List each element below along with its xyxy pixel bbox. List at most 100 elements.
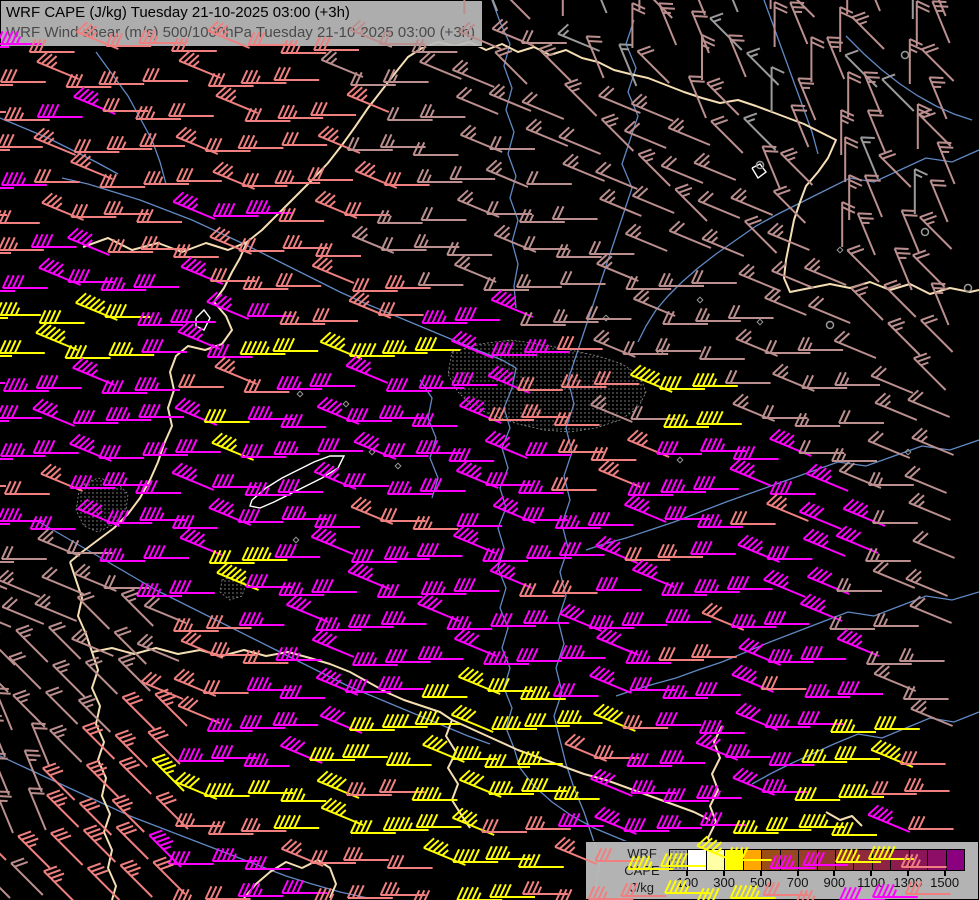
wind-barb bbox=[207, 292, 249, 319]
wind-barb bbox=[707, 78, 739, 115]
wind-barb bbox=[661, 853, 706, 866]
wind-barb bbox=[868, 431, 910, 458]
wind-barb bbox=[491, 613, 536, 626]
wind-barb bbox=[278, 105, 323, 118]
wind-barb bbox=[729, 35, 746, 77]
wind-barb bbox=[482, 819, 527, 832]
wind-barb bbox=[4, 378, 49, 391]
wind-barb bbox=[865, 175, 882, 217]
wind-barb bbox=[413, 142, 458, 155]
wind-barb bbox=[353, 278, 398, 291]
wind-barb bbox=[589, 241, 634, 254]
wind-barb bbox=[311, 527, 353, 554]
wind-barb bbox=[656, 712, 701, 725]
wind-barb bbox=[239, 612, 284, 625]
wind-barb bbox=[765, 288, 807, 315]
wind-barb bbox=[625, 121, 667, 148]
wind-barb bbox=[169, 851, 214, 864]
wind-barb bbox=[0, 570, 40, 597]
wind-barb bbox=[589, 615, 634, 628]
wind-barb bbox=[412, 413, 457, 426]
wind-barb bbox=[588, 512, 633, 525]
wind-barb bbox=[485, 431, 527, 458]
wind-barb bbox=[747, 48, 779, 85]
wind-barb bbox=[143, 68, 188, 81]
wind-barb bbox=[922, 44, 954, 81]
wind-barb bbox=[388, 107, 433, 120]
wind-barb bbox=[900, 648, 945, 661]
wind-barb bbox=[99, 445, 144, 458]
wind-barb bbox=[16, 625, 48, 662]
wind-barb bbox=[32, 723, 49, 765]
wind-barb bbox=[834, 331, 876, 358]
wind-barb bbox=[5, 481, 50, 494]
wind-barb bbox=[452, 705, 494, 732]
wind-barb bbox=[761, 676, 806, 689]
wind-barb bbox=[726, 370, 771, 383]
wind-barb bbox=[144, 171, 189, 184]
wind-barb bbox=[274, 441, 319, 454]
wind-barb bbox=[2, 172, 47, 185]
wind-barb bbox=[99, 71, 144, 84]
wind-barb bbox=[565, 79, 597, 116]
wind-barb bbox=[521, 686, 566, 699]
wind-barb bbox=[314, 37, 359, 50]
wind-barb bbox=[3, 275, 48, 288]
wind-barb bbox=[902, 854, 947, 867]
wind-barb bbox=[659, 3, 676, 45]
wind-barb bbox=[875, 716, 920, 729]
wind-barb bbox=[622, 612, 667, 625]
wind-barb bbox=[711, 116, 743, 153]
wind-barb bbox=[774, 186, 806, 223]
wind-barb bbox=[623, 341, 668, 354]
wind-barb bbox=[937, 142, 954, 184]
wind-barb bbox=[700, 720, 745, 733]
wind-barb bbox=[421, 581, 466, 594]
wind-barb bbox=[109, 342, 154, 355]
wind-barb bbox=[764, 570, 806, 597]
wind-barb bbox=[280, 685, 325, 698]
wind-barb bbox=[852, 12, 884, 49]
wind-barb bbox=[589, 0, 606, 13]
wind-barb bbox=[40, 310, 85, 323]
wind-barb bbox=[517, 274, 562, 287]
wind-barb bbox=[879, 150, 911, 187]
wind-barb bbox=[174, 244, 219, 257]
wind-barb bbox=[208, 21, 250, 48]
wind-barb bbox=[379, 676, 424, 689]
wind-barb bbox=[243, 650, 288, 663]
wind-barb bbox=[871, 366, 913, 393]
wind-barb bbox=[694, 476, 739, 489]
wind-barb bbox=[669, 221, 711, 248]
wind-barb bbox=[347, 782, 392, 795]
wind-barb bbox=[734, 446, 779, 459]
wind-barb bbox=[556, 515, 601, 528]
wind-barb bbox=[50, 725, 82, 762]
wind-barb bbox=[931, 283, 948, 325]
wind-barb bbox=[453, 849, 498, 862]
wind-barb bbox=[489, 407, 534, 420]
wind-barb bbox=[553, 580, 598, 593]
wind-barb bbox=[347, 408, 392, 421]
wind-barb bbox=[905, 466, 947, 493]
wind-barb bbox=[279, 582, 324, 595]
wind-barb bbox=[78, 592, 110, 629]
wind-barb bbox=[2, 546, 47, 559]
wind-barb bbox=[241, 818, 286, 831]
wind-barb bbox=[316, 243, 361, 256]
wind-barb bbox=[637, 46, 669, 83]
wind-barb bbox=[137, 634, 179, 661]
wind-barb bbox=[53, 660, 85, 697]
wind-barb bbox=[591, 447, 636, 460]
wind-barb bbox=[873, 510, 918, 523]
wind-barb bbox=[313, 308, 358, 321]
wind-barb bbox=[518, 751, 563, 764]
wind-barb bbox=[422, 684, 467, 697]
wind-barb bbox=[492, 342, 537, 355]
wind-barb bbox=[527, 171, 572, 184]
wind-barb bbox=[238, 883, 283, 896]
wind-barb bbox=[352, 549, 397, 562]
wind-barb bbox=[489, 84, 531, 111]
wind-barb bbox=[422, 310, 467, 323]
wind-barb bbox=[240, 341, 285, 354]
